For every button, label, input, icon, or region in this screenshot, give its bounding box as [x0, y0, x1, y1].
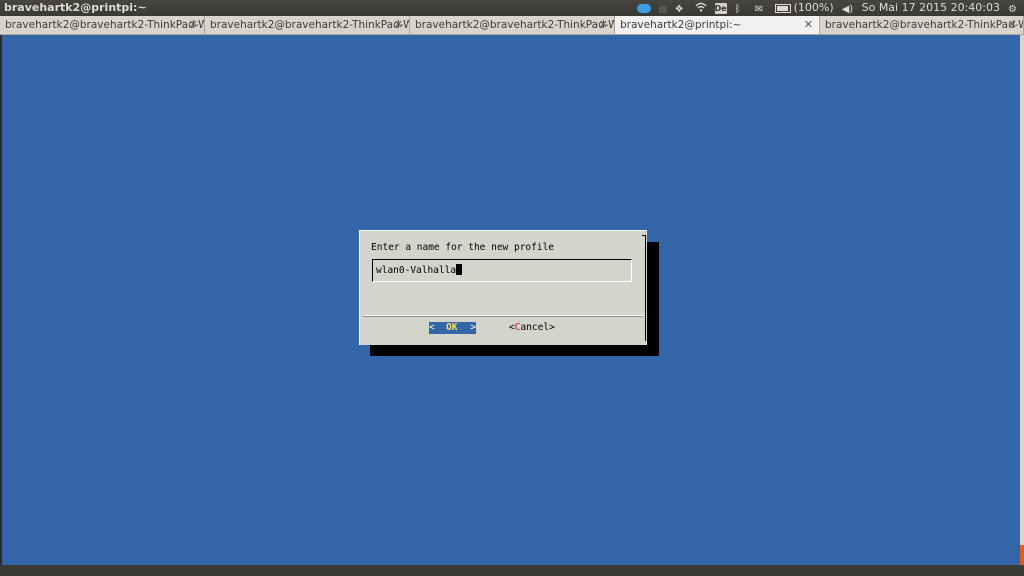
- close-icon[interactable]: ✕: [189, 16, 198, 34]
- dialog-divider-shadow: [363, 316, 643, 317]
- close-icon[interactable]: ✕: [394, 16, 403, 34]
- tab-2[interactable]: bravehartk2@bravehartk2-ThinkPad-W... ✕: [205, 16, 410, 34]
- lock-icon[interactable]: [658, 6, 667, 13]
- battery-icon: [774, 3, 791, 13]
- clock[interactable]: So Mai 17 2015 20:40:03: [862, 0, 1000, 16]
- settings-icon[interactable]: ⚙: [1008, 2, 1020, 15]
- close-icon[interactable]: ✕: [1008, 16, 1017, 34]
- desktop-bottom-strip: [0, 565, 1024, 576]
- wifi-icon[interactable]: [695, 2, 707, 14]
- cancel-label: ancel: [520, 322, 550, 333]
- ok-button[interactable]: < OK >: [429, 322, 476, 334]
- tab-1[interactable]: bravehartk2@bravehartk2-ThinkPad-W... ✕: [0, 16, 205, 34]
- dialog-right-border: [645, 235, 646, 341]
- close-icon[interactable]: ✕: [804, 16, 813, 34]
- window-title: bravehartk2@printpi:~: [4, 1, 147, 14]
- keyboard-layout-icon[interactable]: De: [714, 2, 727, 14]
- terminal-tab-bar: bravehartk2@bravehartk2-ThinkPad-W... ✕ …: [0, 16, 1024, 35]
- battery-percentage: (100%): [793, 1, 834, 14]
- mail-icon[interactable]: ✉: [755, 2, 767, 15]
- tab-label: bravehartk2@bravehartk2-ThinkPad-W...: [825, 19, 1024, 31]
- new-profile-dialog: Enter a name for the new profile wlan0-V…: [359, 230, 647, 345]
- tab-3[interactable]: bravehartk2@bravehartk2-ThinkPad-W... ✕: [410, 16, 615, 34]
- ok-right-bracket: >: [470, 322, 476, 333]
- tab-label: bravehartk2@bravehartk2-ThinkPad-W...: [5, 19, 205, 31]
- dropbox-icon[interactable]: ❖: [675, 2, 687, 15]
- tab-label: bravehartk2@printpi:~: [620, 19, 742, 31]
- battery-group[interactable]: (100%): [774, 0, 834, 16]
- close-icon[interactable]: ✕: [599, 16, 608, 34]
- tab-label: bravehartk2@bravehartk2-ThinkPad-W...: [210, 19, 410, 31]
- ok-left-bracket: <: [429, 322, 435, 333]
- top-panel: bravehartk2@printpi:~ ❖ De ᛒ ✉ (100%) ◀)…: [0, 0, 1024, 16]
- dialog-prompt: Enter a name for the new profile: [371, 242, 555, 253]
- cloud-icon[interactable]: [636, 3, 651, 13]
- dialog-corner: [642, 235, 646, 236]
- tab-label: bravehartk2@bravehartk2-ThinkPad-W...: [415, 19, 615, 31]
- text-cursor: [456, 264, 463, 275]
- tab-5[interactable]: bravehartk2@bravehartk2-ThinkPad-W... ✕: [820, 16, 1024, 34]
- bluetooth-icon[interactable]: ᛒ: [735, 2, 747, 15]
- system-tray: ❖ De ᛒ ✉ (100%) ◀) So Mai 17 2015 20:40:…: [636, 0, 1020, 16]
- volume-icon[interactable]: ◀): [842, 2, 854, 15]
- scrollbar[interactable]: [1020, 35, 1024, 565]
- profile-name-value: wlan0-Valhalla: [376, 265, 457, 276]
- tab-4-active[interactable]: bravehartk2@printpi:~ ✕: [615, 16, 820, 34]
- profile-name-input[interactable]: wlan0-Valhalla: [372, 259, 632, 282]
- cancel-right-bracket: >: [549, 322, 555, 333]
- cancel-button[interactable]: <Cancel>: [509, 322, 555, 334]
- ok-label: OK: [446, 322, 458, 333]
